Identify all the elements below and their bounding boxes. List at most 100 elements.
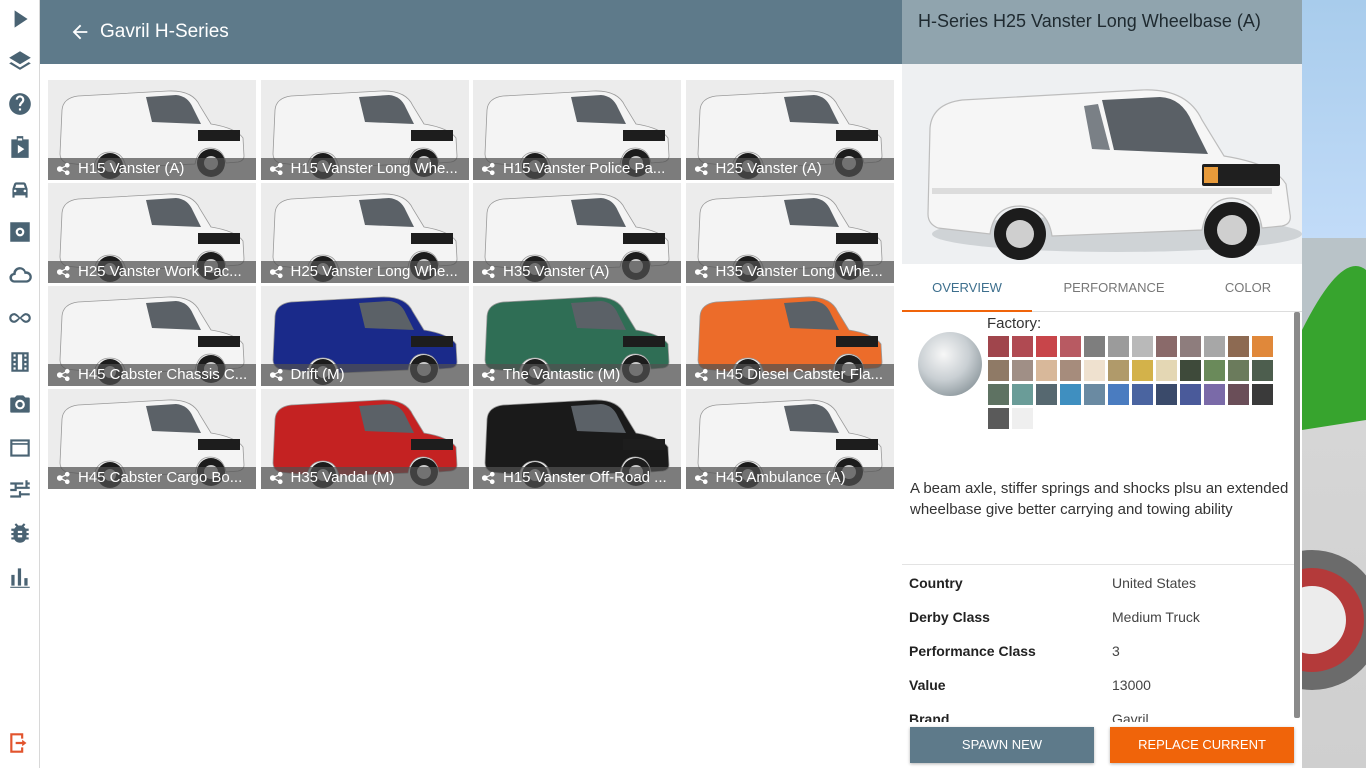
color-swatch[interactable] — [1204, 360, 1225, 381]
vehicle-tile[interactable]: Drift (M) — [260, 286, 469, 386]
color-swatch[interactable] — [1084, 360, 1105, 381]
color-swatch[interactable] — [1060, 384, 1081, 405]
paint-preview[interactable] — [918, 332, 982, 396]
color-swatch[interactable] — [1252, 336, 1273, 357]
color-swatch[interactable] — [1228, 336, 1249, 357]
color-swatch[interactable] — [1036, 336, 1057, 357]
vehicle-tile[interactable]: H35 Vanster Long Whe... — [685, 183, 894, 283]
vehicle-tile-label: Drift (M) — [260, 364, 469, 386]
infinity-icon[interactable] — [5, 303, 35, 333]
color-swatch[interactable] — [1012, 336, 1033, 357]
detail-scrollbar[interactable] — [1294, 312, 1300, 718]
color-swatch[interactable] — [1156, 360, 1177, 381]
cloud-icon[interactable] — [5, 260, 35, 290]
color-swatch[interactable] — [1060, 336, 1081, 357]
color-swatch[interactable] — [1084, 336, 1105, 357]
color-swatch[interactable] — [1252, 384, 1273, 405]
color-swatch[interactable] — [1180, 360, 1201, 381]
action-footer: SPAWN NEW REPLACE CURRENT — [902, 722, 1302, 768]
color-swatch[interactable] — [1060, 360, 1081, 381]
vehicle-tile[interactable]: H45 Cabster Cargo Bo... — [48, 389, 256, 489]
color-swatch[interactable] — [988, 408, 1009, 429]
vehicle-tile[interactable]: H35 Vandal (M) — [260, 389, 469, 489]
vehicle-icon[interactable] — [5, 175, 35, 205]
camera-icon[interactable] — [5, 389, 35, 419]
replace-current-button[interactable]: REPLACE CURRENT — [1110, 727, 1294, 763]
detail-panel: H-Series H25 Vanster Long Wheelbase (A) … — [902, 0, 1302, 768]
config-icon — [269, 265, 284, 279]
spec-value: United States — [1112, 575, 1197, 591]
vehicle-tile[interactable]: The Vantastic (M) — [473, 286, 681, 386]
back-button[interactable] — [62, 14, 98, 50]
vehicle-tile[interactable]: H15 Vanster Long Whe... — [260, 80, 469, 180]
vehicle-tile[interactable]: H25 Vanster Work Pac... — [48, 183, 256, 283]
vehicle-tile[interactable]: H15 Vanster Police Pa... — [473, 80, 681, 180]
color-swatch[interactable] — [1132, 360, 1153, 381]
tab-color[interactable]: COLOR — [1208, 264, 1288, 312]
color-swatch[interactable] — [1108, 384, 1129, 405]
vehicle-tile[interactable]: H45 Diesel Cabster Fla... — [685, 286, 894, 386]
vehicle-tile-label: The Vantastic (M) — [473, 364, 681, 386]
window-icon[interactable] — [5, 433, 35, 463]
color-swatch[interactable] — [988, 384, 1009, 405]
spec-key: Derby Class — [909, 609, 990, 625]
spec-key: Value — [909, 677, 946, 693]
color-swatch[interactable] — [1012, 384, 1033, 405]
color-swatch[interactable] — [1132, 336, 1153, 357]
color-swatch[interactable] — [1132, 384, 1153, 405]
color-swatch[interactable] — [1180, 336, 1201, 357]
vehicle-tile[interactable]: H25 Vanster Long Whe... — [260, 183, 469, 283]
tab-performance[interactable]: PERFORMANCE — [1044, 264, 1184, 312]
color-swatch[interactable] — [1012, 408, 1033, 429]
stats-icon[interactable] — [5, 562, 35, 592]
vehicle-tile[interactable]: H45 Ambulance (A) — [685, 389, 894, 489]
color-swatch[interactable] — [1108, 336, 1129, 357]
bug-icon[interactable] — [5, 518, 35, 548]
color-swatch[interactable] — [1156, 384, 1177, 405]
layers-icon[interactable] — [5, 46, 35, 76]
vehicle-tile[interactable]: H15 Vanster (A) — [48, 80, 256, 180]
color-swatch[interactable] — [988, 360, 1009, 381]
color-swatch[interactable] — [1252, 360, 1273, 381]
vehicle-tile[interactable]: H15 Vanster Off-Road ... — [473, 389, 681, 489]
color-swatch[interactable] — [1036, 360, 1057, 381]
color-swatch[interactable] — [1108, 360, 1129, 381]
color-swatch[interactable] — [1204, 384, 1225, 405]
spawn-new-button[interactable]: SPAWN NEW — [910, 727, 1094, 763]
help-icon[interactable] — [5, 89, 35, 119]
color-swatch[interactable] — [1156, 336, 1177, 357]
detail-title: H-Series H25 Vanster Long Wheelbase (A) — [902, 0, 1302, 64]
vehicle-tile-label: H15 Vanster (A) — [48, 158, 256, 180]
vehicle-description: A beam axle, stiffer springs and shocks … — [910, 480, 1289, 518]
vehicle-tile[interactable]: H35 Vanster (A) — [473, 183, 681, 283]
sliders-icon[interactable] — [5, 475, 35, 505]
color-swatch[interactable] — [1012, 360, 1033, 381]
exit-icon[interactable] — [5, 728, 35, 758]
spec-key: Performance Class — [909, 643, 1036, 659]
mission-icon[interactable] — [5, 132, 35, 162]
color-swatch[interactable] — [1204, 336, 1225, 357]
detail-tabs: OVERVIEW PERFORMANCE COLOR — [902, 264, 1302, 312]
arrow-left-icon — [72, 24, 88, 40]
vehicle-preview-image — [902, 64, 1302, 264]
film-icon[interactable] — [5, 347, 35, 377]
spec-key: Brand — [909, 711, 950, 722]
config-icon — [694, 368, 709, 382]
vehicle-tile[interactable]: H25 Vanster (A) — [685, 80, 894, 180]
color-swatch[interactable] — [1084, 384, 1105, 405]
config-icon — [269, 162, 284, 176]
play-icon[interactable] — [5, 4, 35, 34]
settings-icon[interactable] — [5, 217, 35, 247]
color-swatch[interactable] — [1228, 360, 1249, 381]
color-swatch[interactable] — [1036, 384, 1057, 405]
page-title: Gavril H-Series — [100, 21, 229, 42]
config-icon — [694, 265, 709, 279]
spec-value: Gavril — [1112, 711, 1149, 722]
spec-value: 3 — [1112, 643, 1120, 659]
tab-overview[interactable]: OVERVIEW — [902, 264, 1032, 312]
vehicle-tile-label: H25 Vanster Work Pac... — [48, 261, 256, 283]
color-swatch[interactable] — [1180, 384, 1201, 405]
vehicle-tile[interactable]: H45 Cabster Chassis C... — [48, 286, 256, 386]
color-swatch[interactable] — [1228, 384, 1249, 405]
color-swatch[interactable] — [988, 336, 1009, 357]
